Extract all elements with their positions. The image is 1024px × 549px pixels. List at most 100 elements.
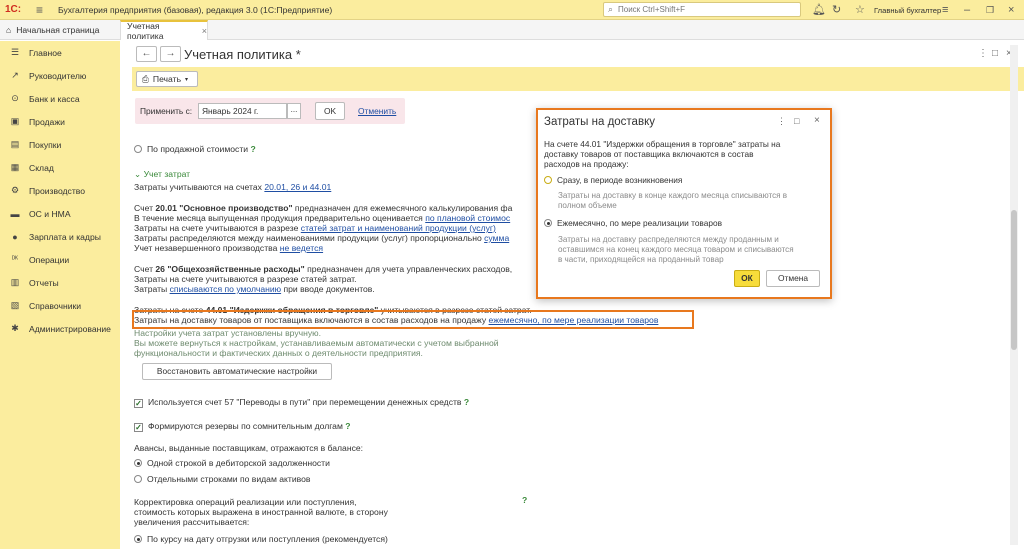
- radio-label: По курсу на дату отгрузки или поступлени…: [147, 534, 388, 544]
- p26-line1: Счет 26 "Общехозяйственные расходы" пред…: [134, 264, 512, 274]
- p20-line3: Затраты на счете учитываются в разрезе с…: [134, 223, 496, 233]
- option-immediately[interactable]: Сразу, в периоде возникновения: [544, 175, 682, 185]
- sidebar-item-warehouse[interactable]: ▦ Склад: [0, 156, 120, 179]
- dialog-cancel-button[interactable]: Отмена: [766, 270, 820, 287]
- radio-label: Сразу, в периоде возникновения: [557, 175, 683, 185]
- checkbox-checked[interactable]: ✓: [134, 423, 143, 432]
- sidebar-item-label: Отчеты: [29, 277, 59, 288]
- help-icon[interactable]: ?: [522, 495, 527, 505]
- text: Затраты распределяются между наименовани…: [134, 233, 485, 243]
- sidebar-item-label: Продажи: [29, 116, 65, 127]
- sidebar-item-sales[interactable]: ▣ Продажи: [0, 110, 120, 133]
- dialog-close-icon[interactable]: ×: [814, 115, 820, 126]
- favorites-star-icon[interactable]: ☆: [855, 3, 865, 17]
- restore-window-icon[interactable]: ❐: [986, 3, 994, 17]
- planned-cost-link[interactable]: по плановой стоимос: [425, 213, 510, 223]
- sidebar-item-label: Администрирование: [29, 323, 111, 334]
- radio-button-selected[interactable]: [134, 535, 142, 543]
- apply-from-row: Применить с: Январь 2024 г. ... OK Отмен…: [135, 98, 405, 124]
- sidebar-item-label: ОС и НМА: [29, 208, 71, 219]
- check-account-57[interactable]: ✓ Используется счет 57 "Переводы в пути" …: [134, 397, 469, 408]
- cost-items-link[interactable]: статей затрат и наименований продукции (…: [301, 223, 496, 233]
- restore-auto-settings-button[interactable]: Восстановить автоматические настройки: [142, 363, 332, 380]
- help-icon[interactable]: ?: [250, 144, 255, 154]
- dialog-maximize-icon[interactable]: □: [794, 116, 799, 126]
- sidebar-item-reports[interactable]: ▥ Отчеты: [0, 271, 120, 294]
- search-box[interactable]: ⌕: [603, 2, 801, 17]
- sidebar-item-catalogs[interactable]: ▧ Справочники: [0, 294, 120, 317]
- dialog-menu-icon[interactable]: ⋮: [777, 116, 786, 127]
- sidebar-item-main[interactable]: ☰ Главное: [0, 41, 120, 64]
- apply-ok-button[interactable]: OK: [315, 102, 345, 120]
- user-name[interactable]: Главный бухгалтер: [874, 6, 941, 15]
- dialog-intro-line3: расходов на продажу:: [544, 159, 629, 169]
- sidebar-item-salary[interactable]: ● Зарплата и кадры: [0, 225, 120, 248]
- settings-icon[interactable]: ≡: [942, 3, 948, 17]
- print-label: Печать: [152, 74, 182, 84]
- print-button[interactable]: ⎙ Печать ▾: [136, 71, 198, 87]
- radio-advances-separate[interactable]: Отдельными строками по видам активов: [134, 474, 310, 484]
- sidebar-item-operations[interactable]: ᴰᴷ Операции: [0, 248, 120, 271]
- option2-desc-line2: оставшимся на конец каждого месяца товар…: [558, 245, 794, 254]
- debit-credit-icon: ᴰᴷ: [11, 256, 19, 263]
- sidebar-item-purchases[interactable]: ▤ Покупки: [0, 133, 120, 156]
- tab-doc-label: Учетная политика: [127, 21, 164, 41]
- delivery-costs-dialog: Затраты на доставку ⋮ □ × На счете 44.01…: [536, 108, 832, 299]
- checkbox-label: Используется счет 57 "Переводы в пути" п…: [148, 397, 462, 407]
- forward-button[interactable]: →: [160, 46, 181, 62]
- sidebar-item-admin[interactable]: ✱ Администрирование: [0, 317, 120, 340]
- dialog-ok-button[interactable]: ОК: [734, 270, 760, 287]
- help-icon[interactable]: ?: [464, 397, 469, 407]
- form-maximize-icon[interactable]: □: [992, 48, 998, 59]
- text: при вводе документов.: [281, 284, 375, 294]
- sidebar-item-production[interactable]: ⚙ Производство: [0, 179, 120, 202]
- apply-date-input[interactable]: Январь 2024 г.: [198, 103, 287, 119]
- app-title: Бухгалтерия предприятия (базовая), редак…: [58, 5, 333, 15]
- tab-close-icon[interactable]: ×: [202, 26, 207, 36]
- account-20-name: 20.01 "Основное производство": [155, 203, 293, 213]
- bell-icon[interactable]: 🔔︎: [812, 3, 826, 17]
- scrollbar-thumb[interactable]: [1011, 210, 1017, 350]
- production-icon: ⚙: [10, 185, 20, 195]
- p20-line1: Счет 20.01 "Основное производство" предн…: [134, 203, 512, 213]
- select-date-button[interactable]: ...: [287, 103, 301, 119]
- help-icon[interactable]: ?: [345, 421, 350, 431]
- back-button[interactable]: ←: [136, 46, 157, 62]
- p26-line3: Затраты списываются по умолчанию при вво…: [134, 284, 375, 294]
- history-icon[interactable]: ↻: [832, 3, 841, 17]
- wip-link[interactable]: не ведется: [280, 243, 323, 253]
- check-reserves[interactable]: ✓ Формируются резервы по сомнительным дол…: [134, 421, 351, 432]
- distribution-base-link[interactable]: сумма: [484, 233, 509, 243]
- person-icon: ●: [12, 231, 18, 242]
- checkbox-checked[interactable]: ✓: [134, 399, 143, 408]
- search-input[interactable]: [618, 4, 798, 15]
- option-monthly[interactable]: Ежемесячно, по мере реализации товаров: [544, 218, 722, 228]
- radio-label: Ежемесячно, по мере реализации товаров: [557, 218, 723, 228]
- close-window-icon[interactable]: ×: [1008, 3, 1014, 17]
- tab-accounting-policy[interactable]: Учетная политика ×: [120, 20, 208, 41]
- radio-button-selected[interactable]: [134, 459, 142, 467]
- tab-home[interactable]: ⌂ Начальная страница: [0, 20, 120, 40]
- radio-sales-cost[interactable]: По продажной стоимости ?: [134, 144, 256, 154]
- main-menu-icon[interactable]: ≡: [36, 3, 43, 17]
- apply-cancel-link[interactable]: Отменить: [358, 106, 396, 116]
- radio-advances-one-line[interactable]: Одной строкой в дебиторской задолженност…: [134, 458, 330, 468]
- checkbox-label: Формируются резервы по сомнительным долг…: [148, 421, 343, 431]
- text: Счет: [134, 264, 156, 274]
- dialog-intro-line1: На счете 44.01 "Издержки обращения в тор…: [544, 139, 781, 149]
- radio-button-selected[interactable]: [544, 219, 552, 227]
- form-menu-icon[interactable]: ⋮: [978, 48, 988, 59]
- minimize-icon[interactable]: –: [964, 3, 970, 17]
- section-cost-accounting[interactable]: ⌄ Учет затрат: [134, 169, 190, 180]
- accounts-link[interactable]: 20.01, 26 и 44.01: [264, 182, 331, 192]
- sidebar-item-manager[interactable]: ↗ Руководителю: [0, 64, 120, 87]
- sidebar-item-bank[interactable]: ⊙ Банк и касса: [0, 87, 120, 110]
- sidebar-item-fixed-assets[interactable]: ▬ ОС и НМА: [0, 202, 120, 225]
- default-writeoff-link[interactable]: списываются по умолчанию: [170, 284, 282, 294]
- radio-correction-rate[interactable]: По курсу на дату отгрузки или поступлени…: [134, 534, 388, 544]
- radio-button[interactable]: [134, 145, 142, 153]
- radio-button[interactable]: [544, 176, 552, 184]
- option1-desc-line2: полном объеме: [558, 201, 617, 210]
- radio-button[interactable]: [134, 475, 142, 483]
- trend-icon: ↗: [11, 70, 19, 80]
